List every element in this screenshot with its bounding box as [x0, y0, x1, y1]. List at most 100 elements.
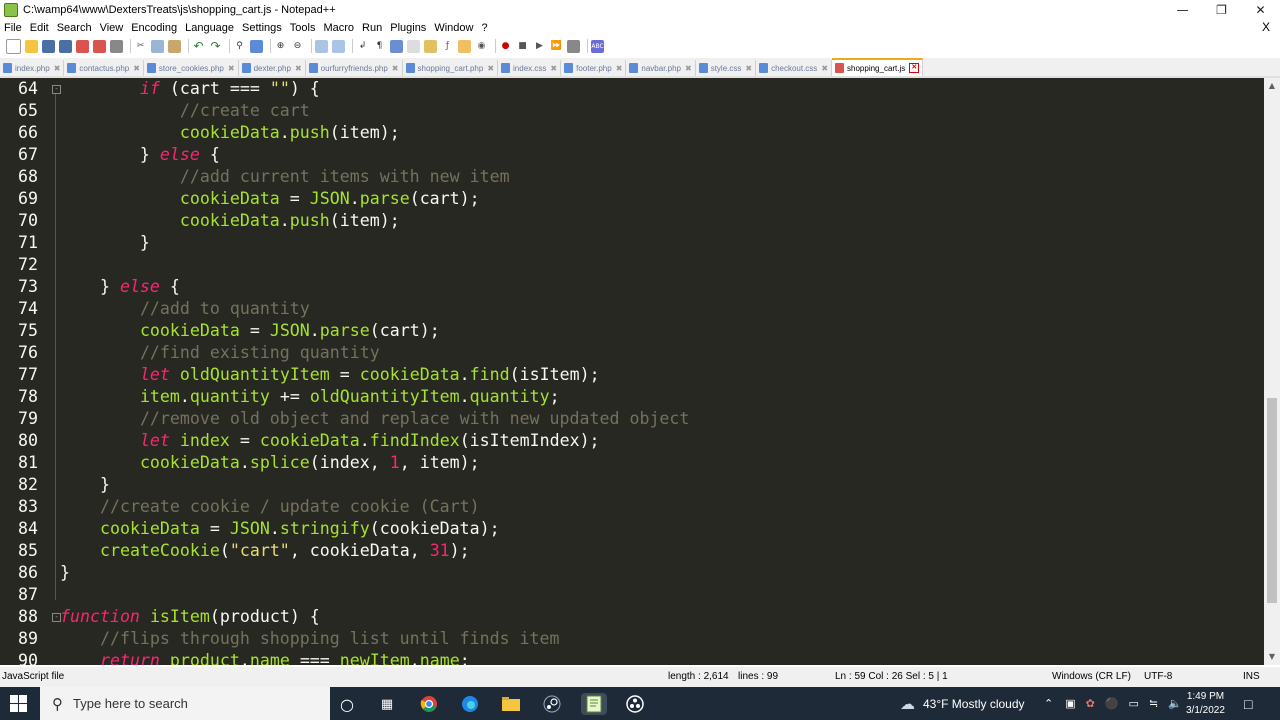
scroll-down-icon[interactable]: ▼: [1264, 649, 1280, 665]
menu-search[interactable]: Search: [53, 22, 96, 34]
record-macro-icon[interactable]: ●: [499, 40, 512, 53]
tab-shopping-cart-php[interactable]: shopping_cart.php ✖: [403, 60, 499, 76]
copy-icon[interactable]: [151, 39, 164, 53]
tab-dexter-php[interactable]: dexter.php ✖: [239, 60, 306, 76]
file-explorer-icon[interactable]: [500, 693, 522, 715]
scrollbar-thumb[interactable]: [1267, 398, 1277, 603]
weather-widget[interactable]: ☁ 43°F Mostly cloudy: [900, 687, 1025, 720]
code-line[interactable]: let index = cookieData.findIndex(isItemI…: [60, 430, 600, 452]
code-line[interactable]: let oldQuantityItem = cookieData.find(is…: [60, 364, 600, 386]
undo-icon[interactable]: ↶: [192, 39, 205, 53]
maximize-button[interactable]: ❐: [1202, 0, 1241, 20]
close-tab-icon[interactable]: ✖: [487, 64, 494, 73]
close-tab-icon[interactable]: ✖: [392, 64, 399, 73]
cut-icon[interactable]: ✂: [134, 40, 147, 53]
scroll-up-icon[interactable]: ▲: [1264, 78, 1280, 94]
monitoring-icon[interactable]: ◉: [475, 40, 488, 53]
run-macro-multiple-icon[interactable]: ⏩: [550, 40, 563, 53]
code-line[interactable]: cookieData.push(item);: [60, 210, 400, 232]
code-area[interactable]: if (cart === "") { //create cart cookieD…: [60, 78, 1264, 665]
code-line[interactable]: //find existing quantity: [60, 342, 380, 364]
microphone-icon[interactable]: ⚫: [1105, 697, 1119, 710]
tab-navbar-php[interactable]: navbar.php ✖: [626, 60, 696, 76]
fold-margin[interactable]: --: [50, 78, 61, 665]
tab-index-php[interactable]: index.php ✖: [0, 60, 65, 76]
code-line[interactable]: } else {: [60, 276, 180, 298]
close-tab-icon[interactable]: ✖: [228, 64, 235, 73]
tab-footer-php[interactable]: footer.php ✖: [561, 60, 627, 76]
chevron-up-icon[interactable]: ⌃: [1044, 697, 1053, 710]
word-wrap-icon[interactable]: ↲: [356, 40, 369, 53]
wifi-icon[interactable]: ≒: [1149, 697, 1158, 710]
save-icon[interactable]: [42, 39, 55, 53]
menu-help[interactable]: ?: [477, 22, 491, 34]
tab-index-css[interactable]: index.css ✖: [498, 60, 562, 76]
clock[interactable]: 1:49 PM 3/1/2022: [1186, 687, 1225, 720]
menu-window[interactable]: Window: [430, 22, 477, 34]
code-line[interactable]: return product.name === newItem.name;: [60, 650, 470, 665]
close-tab-icon[interactable]: ✕: [909, 63, 920, 73]
new-file-icon[interactable]: [6, 38, 21, 54]
task-view-icon[interactable]: ▦: [376, 693, 398, 715]
edge-icon[interactable]: [459, 693, 481, 715]
app-tray-icon[interactable]: ✿: [1086, 697, 1095, 710]
cortana-icon[interactable]: ○: [336, 693, 358, 715]
menu-tools[interactable]: Tools: [286, 22, 320, 34]
sync-horizontal-icon[interactable]: [332, 39, 345, 53]
code-line[interactable]: //create cart: [60, 100, 310, 122]
battery-icon[interactable]: ▭: [1129, 697, 1139, 710]
code-line[interactable]: }: [60, 474, 110, 496]
close-tab-icon[interactable]: ✖: [616, 64, 623, 73]
menu-view[interactable]: View: [96, 22, 128, 34]
code-line[interactable]: if (cart === "") {: [60, 78, 320, 100]
code-editor[interactable]: 64 65 66 67 68 69 70 71 72 73 74 75 76 77 78 79 80 81 82 83…: [0, 78, 1280, 665]
sync-vertical-icon[interactable]: [315, 39, 328, 53]
play-macro-icon[interactable]: ▶: [533, 40, 546, 53]
close-tab-icon[interactable]: ✖: [745, 64, 752, 73]
code-line[interactable]: cookieData.splice(index, 1, item);: [60, 452, 480, 474]
show-all-chars-icon[interactable]: ¶: [373, 40, 386, 53]
close-tab-icon[interactable]: ✖: [685, 64, 692, 73]
code-line[interactable]: }: [60, 562, 70, 584]
zoom-in-icon[interactable]: ⊕: [274, 40, 287, 53]
volume-icon[interactable]: 🔈: [1168, 697, 1182, 710]
code-line[interactable]: cookieData = JSON.stringify(cookieData);: [60, 518, 500, 540]
tab-checkout-css[interactable]: checkout.css ✖: [756, 60, 833, 76]
spellcheck-icon[interactable]: ABC: [591, 39, 604, 53]
tab-style-css[interactable]: style.css ✖: [696, 60, 757, 76]
close-tab-icon[interactable]: ✖: [54, 64, 61, 73]
menu-run[interactable]: Run: [358, 22, 386, 34]
close-tab-icon[interactable]: ✖: [550, 64, 557, 73]
paste-icon[interactable]: [168, 39, 181, 53]
menu-macro[interactable]: Macro: [319, 22, 358, 34]
doc-map-icon[interactable]: [424, 39, 437, 53]
code-line[interactable]: cookieData = JSON.parse(cart);: [60, 320, 440, 342]
code-line[interactable]: item.quantity += oldQuantityItem.quantit…: [60, 386, 560, 408]
chrome-icon[interactable]: [418, 693, 440, 715]
notification-icon[interactable]: □: [1244, 687, 1252, 720]
notepadpp-taskbar-icon[interactable]: [581, 693, 607, 715]
redo-icon[interactable]: ↷: [209, 39, 222, 53]
tab-contactus-php[interactable]: contactus.php ✖: [64, 60, 144, 76]
close-document-button[interactable]: X: [1258, 20, 1274, 34]
folder-workspace-icon[interactable]: [458, 39, 471, 53]
menu-plugins[interactable]: Plugins: [386, 22, 430, 34]
code-line[interactable]: //add current items with new item: [60, 166, 510, 188]
close-tab-icon[interactable]: ✖: [821, 64, 828, 73]
vertical-scrollbar[interactable]: ▲ ▼: [1264, 78, 1280, 665]
code-line[interactable]: function isItem(product) {: [60, 606, 320, 628]
save-all-icon[interactable]: [59, 39, 72, 53]
print-icon[interactable]: [110, 39, 123, 53]
close-file-icon[interactable]: [76, 39, 89, 53]
code-line[interactable]: }: [60, 232, 150, 254]
menu-file[interactable]: File: [0, 22, 26, 34]
code-line[interactable]: //add to quantity: [60, 298, 310, 320]
code-line[interactable]: cookieData.push(item);: [60, 122, 400, 144]
code-line[interactable]: } else {: [60, 144, 220, 166]
menu-encoding[interactable]: Encoding: [127, 22, 181, 34]
function-list-icon[interactable]: ƒ: [441, 40, 454, 53]
code-line[interactable]: //create cookie / update cookie (Cart): [60, 496, 480, 518]
code-line[interactable]: cookieData = JSON.parse(cart);: [60, 188, 480, 210]
open-file-icon[interactable]: [25, 39, 38, 53]
stop-macro-icon[interactable]: ■: [516, 40, 529, 53]
